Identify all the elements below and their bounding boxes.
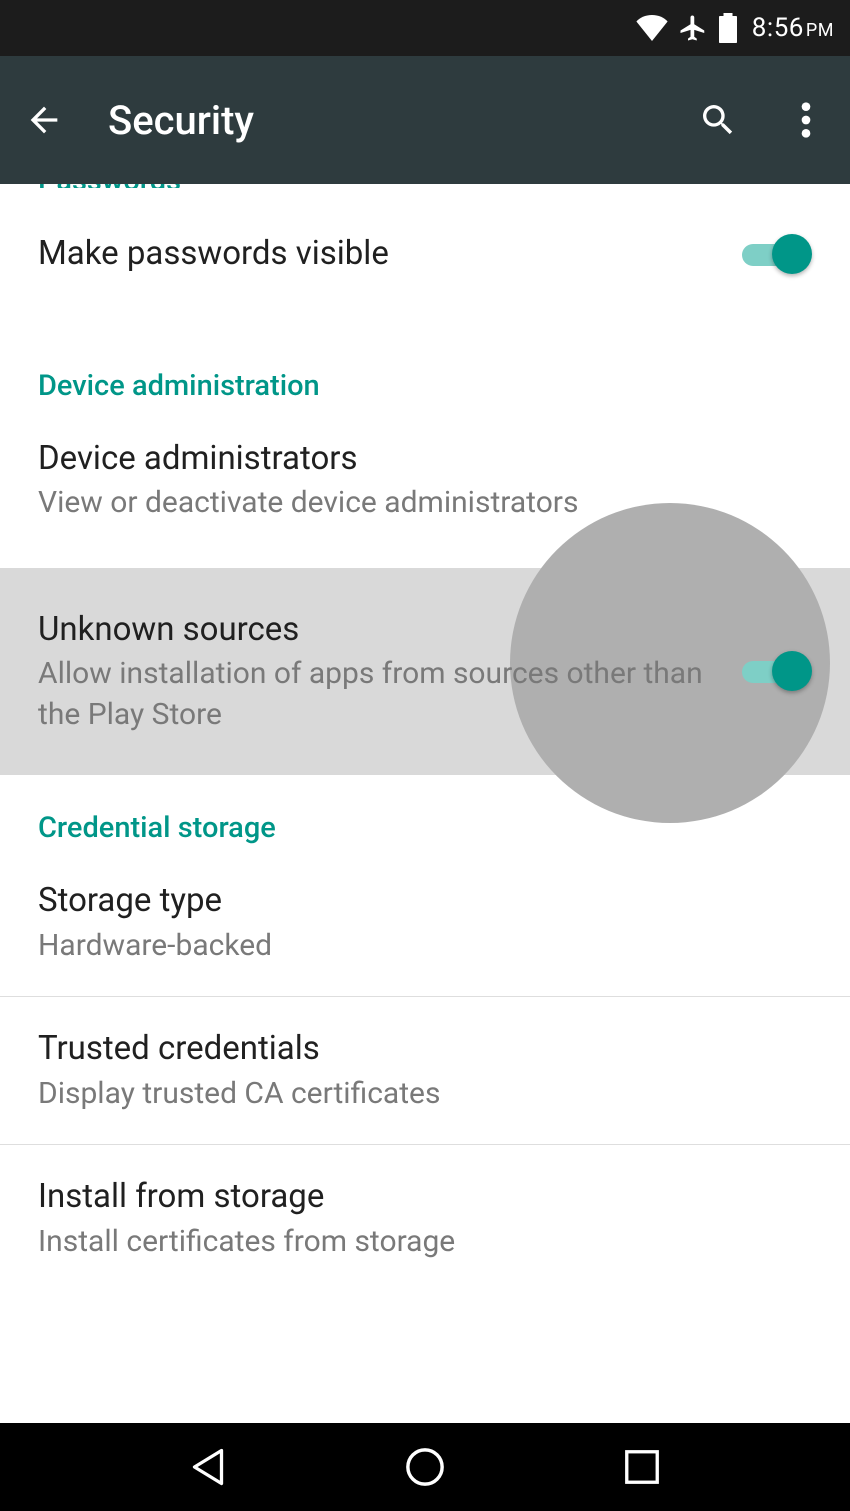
item-device-administrators[interactable]: Device administrators View or deactivate… <box>0 403 850 568</box>
status-bar: 8:56PM <box>0 0 850 56</box>
navigation-bar <box>0 1423 850 1511</box>
battery-icon <box>718 13 738 43</box>
item-trusted-credentials[interactable]: Trusted credentials Display trusted CA c… <box>0 997 850 1144</box>
item-storage-type[interactable]: Storage type Hardware-backed <box>0 845 850 996</box>
item-subtitle: Allow installation of apps from sources … <box>38 654 716 735</box>
wifi-icon <box>636 15 668 41</box>
airplane-icon <box>678 13 708 43</box>
switch-unknown-sources[interactable] <box>736 651 812 691</box>
more-button[interactable] <box>782 96 830 144</box>
section-device-admin-header: Device administration <box>0 333 850 403</box>
item-title: Unknown sources <box>38 608 716 653</box>
item-title: Make passwords visible <box>38 232 716 277</box>
item-title: Storage type <box>38 879 812 924</box>
section-credential-header: Credential storage <box>0 775 850 845</box>
search-button[interactable] <box>694 96 742 144</box>
nav-back-button[interactable] <box>180 1439 236 1495</box>
item-subtitle: Display trusted CA certificates <box>38 1074 812 1115</box>
switch-passwords-visible[interactable] <box>736 234 812 274</box>
item-install-from-storage[interactable]: Install from storage Install certificate… <box>0 1145 850 1292</box>
item-unknown-sources[interactable]: Unknown sources Allow installation of ap… <box>0 568 850 776</box>
status-time: 8:56PM <box>752 13 834 43</box>
page-title: Security <box>108 97 654 144</box>
app-bar: Security <box>0 56 850 184</box>
item-subtitle: Hardware-backed <box>38 926 812 967</box>
item-title: Install from storage <box>38 1175 812 1220</box>
item-make-passwords-visible[interactable]: Make passwords visible <box>0 188 850 333</box>
back-button[interactable] <box>20 96 68 144</box>
content-scroll[interactable]: Passwords Make passwords visible Device … <box>0 184 850 1423</box>
item-subtitle: View or deactivate device administrators <box>38 483 812 524</box>
item-title: Device administrators <box>38 437 812 482</box>
nav-recent-button[interactable] <box>614 1439 670 1495</box>
item-title: Trusted credentials <box>38 1027 812 1072</box>
nav-home-button[interactable] <box>397 1439 453 1495</box>
item-subtitle: Install certificates from storage <box>38 1222 812 1263</box>
